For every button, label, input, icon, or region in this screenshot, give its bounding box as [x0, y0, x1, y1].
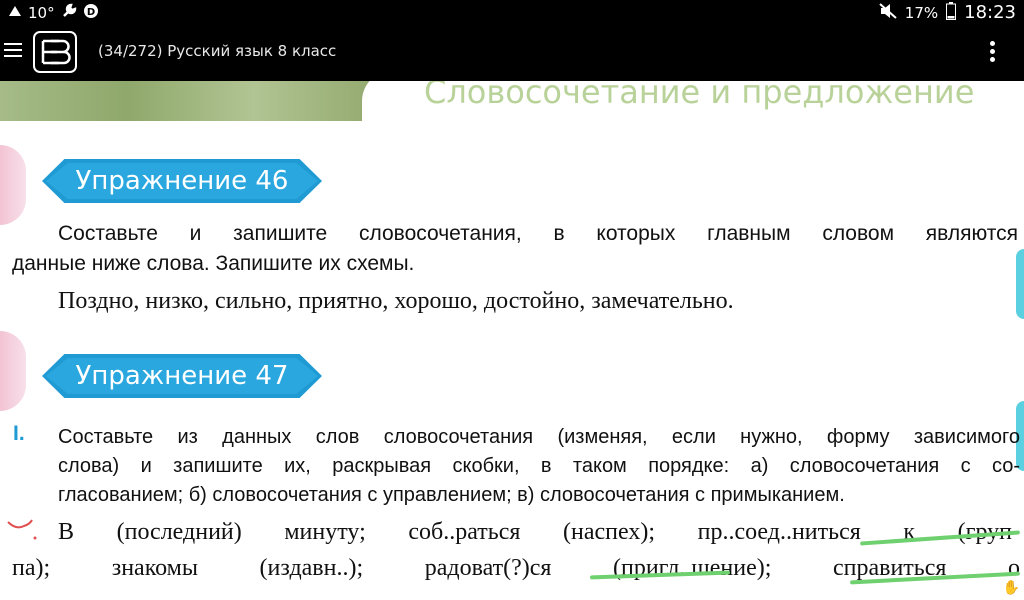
temperature: 10° [28, 3, 55, 22]
side-decoration [1016, 249, 1024, 319]
app-bar: (34/272) Русский язык 8 класс [0, 25, 1024, 81]
exercise-46-instruction: Составьте и запишите словосочетания, в к… [58, 222, 1018, 245]
svg-text:D: D [86, 7, 94, 18]
exercise-47-banner: Упражнение 47 [42, 354, 322, 398]
exercise-46-banner: Упражнение 46 [42, 159, 322, 203]
exercise-46-words: Поздно, низко, сильно, приятно, хорошо, … [58, 288, 734, 314]
app-logo [33, 31, 77, 73]
wrench-icon [61, 3, 77, 23]
exercise-47-task: па); знакомы (издавн..); радоват(?)ся (п… [12, 555, 1020, 581]
hamburger-menu-icon[interactable] [4, 43, 22, 59]
exercise-title: Упражнение 46 [75, 166, 289, 196]
more-options-icon[interactable] [990, 41, 996, 65]
part-marker: I. [13, 422, 25, 445]
textbook-page[interactable]: Словосочетание и предложение Упражнение … [0, 81, 1024, 600]
battery-icon [946, 1, 957, 24]
exercise-47-instruction: гласованием; б) словосочетания с управле… [58, 484, 845, 506]
triangle-icon [8, 4, 22, 22]
page-heading: Словосочетание и предложение [424, 81, 975, 111]
exercise-47-instruction: слова) и запишите их, раскрывая скобки, … [58, 455, 1020, 477]
exercise-title: Упражнение 47 [75, 361, 289, 391]
hand-cursor-icon: ✋ [1002, 580, 1020, 596]
d-badge-icon: D [83, 3, 99, 23]
status-right: 17% 18:23 [879, 1, 1016, 24]
status-bar: 10° D 17% 18:23 [0, 0, 1024, 25]
exercise-47-instruction: Составьте из данных слов словосочетания … [58, 426, 1020, 448]
exercise-46-instruction: данные ниже слова. Запишите их схемы. [12, 252, 415, 275]
battery-percent: 17% [904, 3, 939, 22]
checkmark-annotation-icon [7, 519, 37, 540]
clock: 18:23 [964, 2, 1016, 23]
app-title: (34/272) Русский язык 8 класс [98, 42, 337, 60]
mute-icon [879, 2, 897, 23]
status-left: 10° D [8, 2, 99, 23]
